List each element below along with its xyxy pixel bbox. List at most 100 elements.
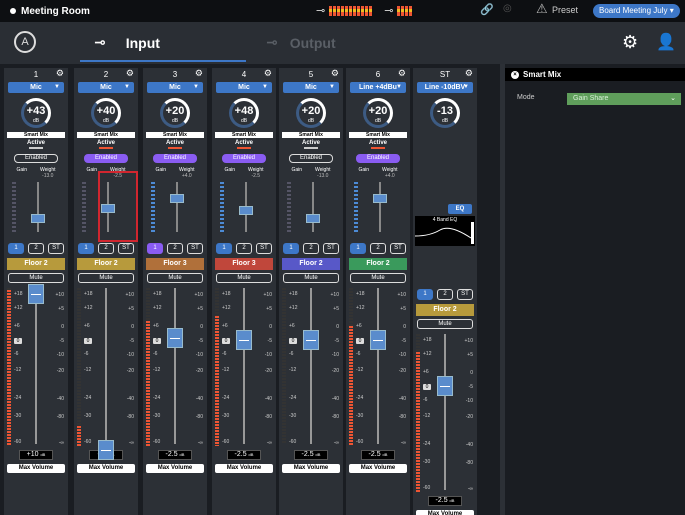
tab-output[interactable]: ⊸ Output — [266, 34, 336, 51]
mute-button[interactable]: Mute — [417, 319, 473, 329]
gain-knob[interactable]: +48 dB — [229, 98, 259, 128]
weight-thumb[interactable] — [373, 194, 387, 203]
warning-icon[interactable]: ⚠ — [536, 1, 548, 17]
routing-button[interactable]: ST — [48, 243, 64, 254]
mute-button[interactable]: Mute — [147, 273, 203, 283]
settings-gear-icon[interactable]: ⚙ — [622, 32, 638, 53]
zone-label[interactable]: Floor 2 — [7, 258, 65, 270]
routing-button[interactable]: 1 — [350, 243, 366, 254]
gain-knob[interactable]: +40 dB — [91, 98, 121, 128]
zone-label[interactable]: Floor 3 — [146, 258, 204, 270]
weight-fader[interactable] — [149, 182, 201, 234]
volume-fader[interactable]: +18 +12 +6 0 -6 -12 -24 -30 -60 +10 +5 0 -5 -10 -20 -40… — [4, 284, 68, 448]
enabled-toggle[interactable]: Enabled — [153, 154, 197, 163]
level-value[interactable]: -2.5 dB — [227, 450, 261, 460]
enabled-toggle[interactable]: Enabled — [289, 154, 333, 163]
volume-fader[interactable]: +18 +12 +6 0 -6 -12 -24 -30 -60 +10 +5 0 -5 -10 -20 -40… — [413, 332, 477, 494]
max-volume-button[interactable]: Max Volume — [215, 464, 273, 473]
zone-label[interactable]: Floor 2 — [77, 258, 135, 270]
mute-button[interactable]: Mute — [216, 273, 272, 283]
fader-thumb[interactable] — [437, 376, 453, 396]
routing-button[interactable]: 2 — [167, 243, 183, 254]
weight-fader[interactable] — [10, 182, 62, 234]
mute-button[interactable]: Mute — [350, 273, 406, 283]
routing-button[interactable]: 2 — [236, 243, 252, 254]
zone-label[interactable]: Floor 2 — [349, 258, 407, 270]
eq-preview[interactable]: 4 Band EQ — [415, 216, 475, 246]
level-value[interactable]: +10 dB — [19, 450, 53, 460]
eq-button[interactable]: EQ — [448, 204, 472, 214]
enabled-toggle[interactable]: Enabled — [356, 154, 400, 163]
enabled-toggle[interactable]: Enabled — [222, 154, 266, 163]
routing-button[interactable]: ST — [323, 243, 339, 254]
volume-fader[interactable]: +18 +12 +6 0 -6 -12 -24 -30 -60 +10 +5 0 -5 -10 -20 -40… — [74, 286, 138, 460]
routing-button[interactable]: 2 — [28, 243, 44, 254]
volume-fader[interactable]: +18 +12 +6 0 -6 -12 -24 -30 -60 +10 +5 0 -5 -10 -20 -40… — [279, 286, 343, 448]
tab-input[interactable]: ⊸ Input — [94, 34, 160, 51]
routing-button[interactable]: ST — [118, 243, 134, 254]
zone-label[interactable]: Floor 2 — [282, 258, 340, 270]
mute-button[interactable]: Mute — [78, 273, 134, 283]
max-volume-button[interactable]: Max Volume — [7, 464, 65, 473]
zone-label[interactable]: Floor 3 — [215, 258, 273, 270]
max-volume-button[interactable]: Max Volume — [146, 464, 204, 473]
level-value[interactable]: -2.5 dB — [294, 450, 328, 460]
level-value[interactable]: -2.5 dB — [158, 450, 192, 460]
routing-button[interactable]: 2 — [370, 243, 386, 254]
source-dropdown[interactable]: Line +4dBu ▼ — [350, 82, 406, 93]
source-dropdown[interactable]: Mic ▼ — [283, 82, 339, 93]
mute-button[interactable]: Mute — [283, 273, 339, 283]
zone-label[interactable]: Floor 2 — [416, 304, 474, 316]
enabled-toggle[interactable]: Enabled — [84, 154, 128, 163]
gain-knob[interactable]: +20 dB — [363, 98, 393, 128]
gain-knob[interactable]: +20 dB — [296, 98, 326, 128]
routing-button[interactable]: ST — [187, 243, 203, 254]
max-volume-button[interactable]: Max Volume — [282, 464, 340, 473]
close-icon[interactable]: × — [511, 70, 519, 79]
routing-button[interactable]: 2 — [437, 289, 453, 300]
volume-fader[interactable]: +18 +12 +6 0 -6 -12 -24 -30 -60 +10 +5 0 -5 -10 -20 -40… — [346, 286, 410, 448]
channel-gear-icon[interactable]: ⚙ — [465, 68, 473, 79]
mode-dropdown[interactable]: Gain Share ⌄ — [567, 93, 681, 105]
routing-button[interactable]: ST — [390, 243, 406, 254]
weight-fader[interactable] — [285, 182, 337, 234]
fader-thumb[interactable] — [303, 330, 319, 350]
source-dropdown[interactable]: Mic ▼ — [147, 82, 203, 93]
routing-button[interactable]: ST — [457, 289, 473, 300]
routing-button[interactable]: 2 — [303, 243, 319, 254]
routing-button[interactable]: 1 — [417, 289, 433, 300]
fader-thumb[interactable] — [236, 330, 252, 350]
fader-thumb[interactable] — [98, 440, 114, 460]
enabled-toggle[interactable]: Enabled — [14, 154, 58, 163]
fader-thumb[interactable] — [28, 284, 44, 304]
max-volume-button[interactable]: Max Volume — [416, 510, 474, 515]
source-dropdown[interactable]: Mic ▼ — [78, 82, 134, 93]
gain-knob[interactable]: +20 dB — [160, 98, 190, 128]
channel-gear-icon[interactable]: ⚙ — [398, 68, 406, 79]
weight-thumb[interactable] — [31, 214, 45, 223]
weight-thumb[interactable] — [239, 206, 253, 215]
mute-button[interactable]: Mute — [8, 273, 64, 283]
channel-gear-icon[interactable]: ⚙ — [264, 68, 272, 79]
preset-dropdown[interactable]: Board Meeting July ▾ — [593, 4, 680, 18]
gain-knob[interactable]: -13 dB — [430, 98, 460, 128]
channel-gear-icon[interactable]: ⚙ — [56, 68, 64, 79]
max-volume-button[interactable]: Max Volume — [77, 464, 135, 473]
level-value[interactable]: -2.5 dB — [428, 496, 462, 506]
volume-fader[interactable]: +18 +12 +6 0 -6 -12 -24 -30 -60 +10 +5 0 -5 -10 -20 -40… — [212, 286, 276, 448]
routing-button[interactable]: ST — [256, 243, 272, 254]
routing-button[interactable]: 2 — [98, 243, 114, 254]
fader-thumb[interactable] — [167, 328, 183, 348]
source-dropdown[interactable]: Mic ▼ — [8, 82, 64, 93]
weight-thumb[interactable] — [170, 194, 184, 203]
max-volume-button[interactable]: Max Volume — [349, 464, 407, 473]
routing-button[interactable]: 1 — [147, 243, 163, 254]
source-dropdown[interactable]: Line -10dBV ▼ — [417, 82, 473, 93]
channel-gear-icon[interactable]: ⚙ — [195, 68, 203, 79]
weight-thumb[interactable] — [306, 214, 320, 223]
routing-button[interactable]: 1 — [8, 243, 24, 254]
channel-gear-icon[interactable]: ⚙ — [126, 68, 134, 79]
routing-button[interactable]: 1 — [216, 243, 232, 254]
link-icon[interactable]: 🔗 — [480, 3, 494, 16]
source-dropdown[interactable]: Mic ▼ — [216, 82, 272, 93]
